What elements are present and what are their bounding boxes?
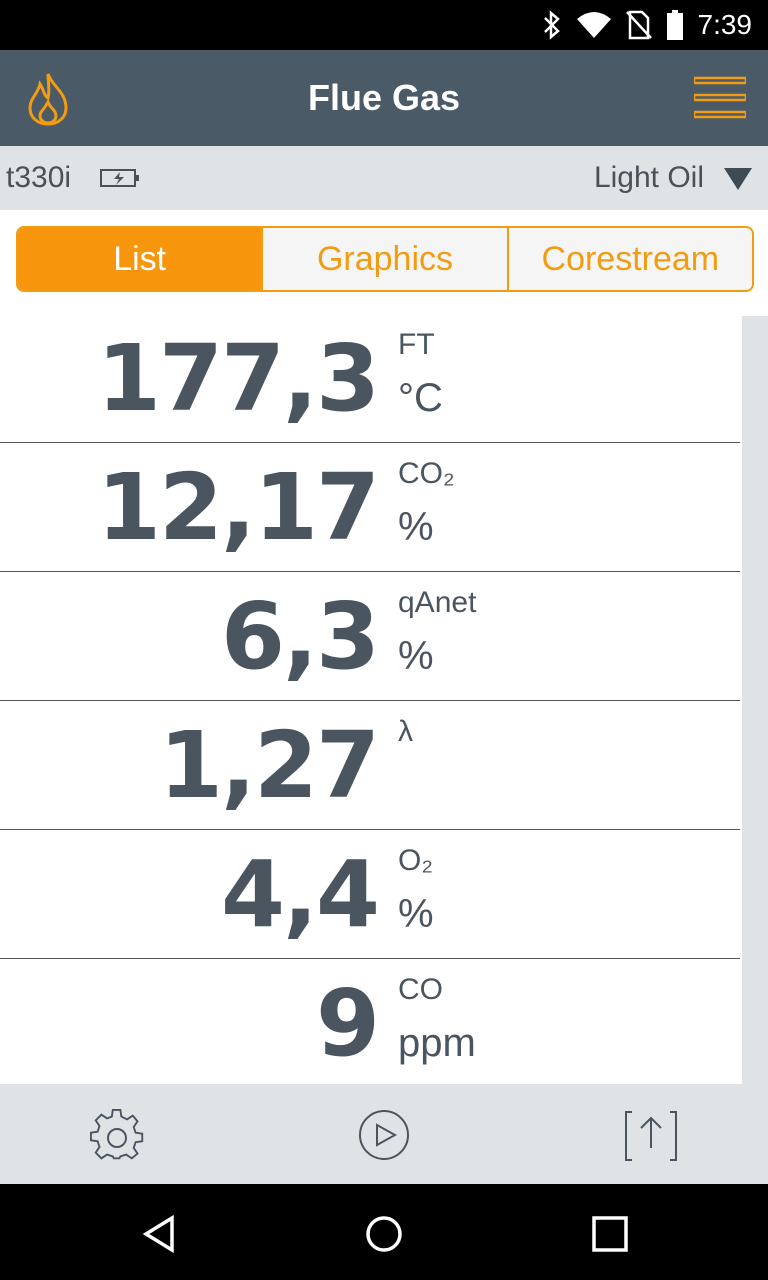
gear-icon[interactable] <box>90 1108 144 1162</box>
list-scrollbar[interactable] <box>742 316 768 1084</box>
measurement-row[interactable]: 6,3 qAnet % <box>0 572 740 701</box>
measurement-row[interactable]: 9 CO ppm <box>0 959 740 1087</box>
measurement-unit: % <box>398 634 434 678</box>
measurement-unit: % <box>398 505 434 549</box>
battery-icon <box>666 10 683 40</box>
measurement-row[interactable]: 1,27 λ <box>0 701 740 830</box>
measurement-value: 9 <box>315 970 380 1077</box>
no-sim-icon <box>625 10 652 40</box>
tab-list[interactable]: List <box>18 228 262 290</box>
fuel-selector[interactable]: Light Oil <box>594 146 704 210</box>
hamburger-menu-icon[interactable] <box>694 76 746 120</box>
measurement-row[interactable]: 4,4 O₂ % <box>0 830 740 959</box>
tab-corestream[interactable]: Corestream <box>506 228 752 290</box>
page-title: Flue Gas <box>307 77 461 118</box>
measurement-label: CO₂ <box>398 457 455 490</box>
measurement-label: CO <box>398 973 443 1006</box>
view-tabs: List Graphics Corestream <box>16 226 754 292</box>
home-icon[interactable] <box>364 1214 404 1254</box>
recents-icon[interactable] <box>590 1214 630 1254</box>
device-bar: t330i Light Oil <box>0 146 768 210</box>
chevron-down-icon[interactable] <box>722 166 754 192</box>
system-nav-bar <box>0 1184 768 1280</box>
measurement-row[interactable]: 177,3 FT °C <box>0 314 740 443</box>
tab-graphics[interactable]: Graphics <box>261 228 506 290</box>
app-bar: Flue Gas <box>0 50 768 146</box>
measurement-unit: ppm <box>398 1021 476 1065</box>
measurement-value: 6,3 <box>221 583 380 690</box>
measurement-unit: % <box>398 892 434 936</box>
measurement-label: FT <box>398 328 435 361</box>
device-name: t330i <box>6 161 72 194</box>
wifi-icon <box>576 12 611 38</box>
play-icon[interactable] <box>357 1108 411 1162</box>
device-battery-icon <box>100 169 139 187</box>
measurement-value: 177,3 <box>96 325 380 432</box>
measurement-label: O₂ <box>398 844 433 877</box>
measurement-label: qAnet <box>398 586 477 619</box>
measurement-value: 1,27 <box>159 712 380 819</box>
measurement-value: 12,17 <box>96 454 380 561</box>
status-bar: 7:39 <box>0 0 768 50</box>
bottom-toolbar <box>0 1084 768 1184</box>
measurement-label: λ <box>398 715 413 748</box>
measurement-list: 177,3 FT °C 12,17 CO₂ % 6,3 qAnet % 1,27… <box>0 314 740 1084</box>
measurement-row[interactable]: 12,17 CO₂ % <box>0 443 740 572</box>
status-time: 7:39 <box>697 9 753 40</box>
back-icon[interactable] <box>140 1214 180 1254</box>
measurement-value: 4,4 <box>221 841 380 948</box>
measurement-unit: °C <box>398 376 443 420</box>
export-icon[interactable] <box>624 1108 678 1162</box>
bluetooth-icon <box>543 10 560 40</box>
